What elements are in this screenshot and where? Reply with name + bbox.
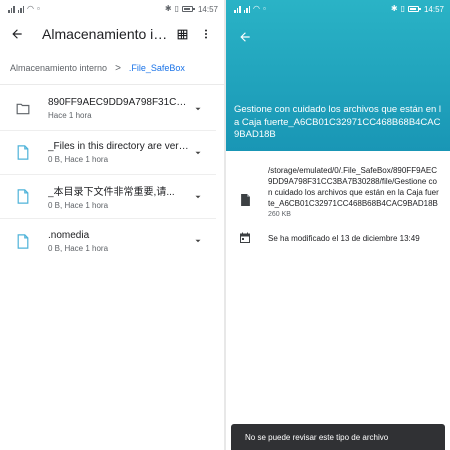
file-title: Gestione con cuidado los archivos que es…	[234, 104, 442, 140]
signal-icon	[243, 5, 250, 13]
document-icon	[14, 189, 32, 204]
battery-icon	[407, 6, 421, 12]
bluetooth-icon: ✱	[164, 4, 172, 13]
folder-icon	[14, 103, 32, 115]
arrow-drop-down-icon	[195, 151, 201, 154]
wifi-icon: ◠	[27, 4, 34, 13]
file-path: /storage/emulated/0/.File_SafeBox/890FF9…	[268, 166, 439, 208]
file-name: _本目录下文件非常重要,请...	[48, 187, 175, 198]
list-item[interactable]: _本目录下文件非常重要,请... 0 B, Hace 1 hora	[0, 175, 216, 219]
arrow-drop-down-icon	[195, 107, 201, 110]
signal-icon	[8, 5, 15, 13]
arrow-back-icon	[240, 32, 250, 42]
list-item[interactable]: _Files in this directory are very... 0 B…	[0, 131, 216, 175]
notification-icon: ▫	[262, 4, 266, 13]
vibrate-icon: ▯	[400, 4, 405, 13]
list-item[interactable]: 890FF9AEC9DD9A798F31CC... Hace 1 hora	[0, 87, 216, 131]
details-header: ◠ ▫ ✱ ▯ 14:57 Gestione con cuidado los a…	[226, 0, 450, 151]
signal-icon	[234, 5, 241, 13]
file-meta: 0 B, Hace 1 hora	[48, 243, 109, 253]
grid-view-icon	[177, 29, 187, 39]
page-title: Almacenamiento in...	[42, 26, 170, 42]
bluetooth-icon: ✱	[390, 4, 398, 13]
status-time: 14:57	[423, 4, 444, 14]
app-bar: Almacenamiento in...	[0, 18, 224, 50]
file-list: 890FF9AEC9DD9A798F31CC... Hace 1 hora _F…	[0, 85, 224, 263]
breadcrumb-current[interactable]: .File_SafeBox	[129, 63, 185, 73]
modified-row: Se ha modificado el 13 de diciembre 13:4…	[226, 232, 450, 244]
status-icons-left: ◠ ▫	[234, 5, 266, 13]
file-size: 260 KB	[268, 211, 291, 218]
status-bar: ◠ ▫ ✱ ▯ 14:57	[0, 0, 224, 18]
list-item[interactable]: .nomedia 0 B, Hace 1 hora	[0, 219, 216, 263]
file-name: 890FF9AEC9DD9A798F31CC...	[48, 97, 190, 108]
breadcrumb-separator: >	[115, 62, 121, 74]
snackbar-message: No se puede revisar este tipo de archivo	[245, 432, 389, 442]
signal-icon	[17, 5, 24, 13]
file-details-pane: ◠ ▫ ✱ ▯ 14:57 Gestione con cuidado los a…	[226, 0, 450, 450]
document-icon	[236, 165, 254, 218]
file-meta: 0 B, Hace 1 hora	[48, 201, 109, 210]
status-icons-left: ◠ ▫	[8, 5, 40, 13]
expand-button[interactable]	[190, 192, 206, 202]
file-name: .nomedia	[48, 229, 90, 241]
arrow-drop-down-icon	[195, 195, 201, 198]
overflow-menu-button[interactable]	[194, 23, 218, 45]
file-browser-pane: ◠ ▫ ✱ ▯ 14:57 Almacenamiento in... Almac…	[0, 0, 224, 450]
wifi-icon: ◠	[253, 4, 260, 13]
snackbar: No se puede revisar este tipo de archivo	[231, 424, 445, 450]
expand-button[interactable]	[190, 104, 206, 114]
back-button[interactable]	[234, 26, 256, 48]
file-meta: 0 B, Hace 1 hora	[48, 155, 109, 164]
back-button[interactable]	[6, 23, 28, 45]
calendar-icon	[236, 232, 254, 244]
status-icons-right: ✱ ▯ 14:57	[165, 5, 218, 14]
arrow-back-icon	[12, 29, 22, 39]
expand-button[interactable]	[190, 236, 206, 246]
vibrate-icon: ▯	[174, 4, 179, 13]
file-meta: Hace 1 hora	[48, 111, 92, 120]
document-icon	[14, 233, 32, 249]
file-name: _Files in this directory are very...	[48, 141, 190, 152]
document-icon	[14, 145, 32, 160]
file-path-row: /storage/emulated/0/.File_SafeBox/890FF9…	[226, 165, 450, 218]
status-icons-right: ✱ ▯ 14:57	[391, 5, 444, 14]
arrow-drop-down-icon	[195, 239, 201, 243]
battery-icon	[181, 6, 195, 12]
notification-icon: ▫	[36, 4, 40, 13]
status-bar: ◠ ▫ ✱ ▯ 14:57	[226, 0, 450, 18]
grid-view-button[interactable]	[170, 23, 194, 45]
modified-date: Se ha modificado el 13 de diciembre 13:4…	[268, 233, 420, 243]
breadcrumb-root[interactable]: Almacenamiento interno	[10, 63, 107, 73]
more-vert-icon	[205, 29, 207, 39]
breadcrumb: Almacenamiento interno > .File_SafeBox	[0, 52, 224, 84]
status-time: 14:57	[197, 4, 218, 14]
expand-button[interactable]	[190, 148, 206, 158]
